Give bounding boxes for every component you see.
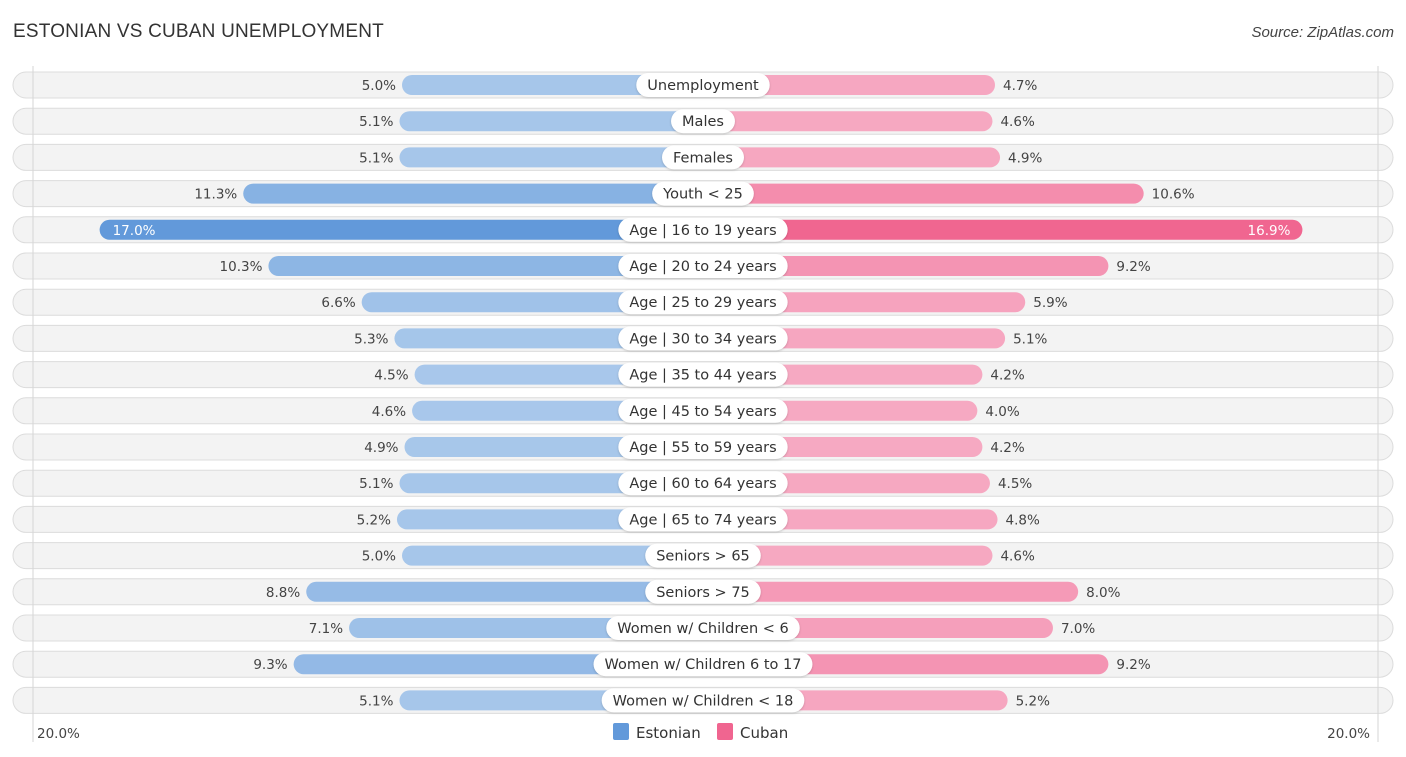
value-label-estonian: 4.9% xyxy=(364,440,398,456)
value-label-cuban: 9.2% xyxy=(1116,259,1150,275)
row-age-65-to-74-years: 5.2% 4.8% Age | 65 to 74 years xyxy=(12,505,1394,533)
category-label: Seniors > 75 xyxy=(656,585,750,601)
category-label: Age | 55 to 59 years xyxy=(629,440,776,456)
value-label-estonian: 17.0% xyxy=(113,223,156,239)
row-age-60-to-64-years: 5.1% 4.5% Age | 60 to 64 years xyxy=(12,469,1394,497)
value-label-cuban: 5.1% xyxy=(1013,331,1047,347)
value-label-cuban: 16.9% xyxy=(1248,223,1291,239)
value-label-cuban: 4.9% xyxy=(1008,150,1042,166)
diverging-bar-chart: 5.0% 4.7% Unemployment 5.1% 4.6% Males 5.1% 4.9… xyxy=(12,66,1394,742)
category-label: Age | 60 to 64 years xyxy=(629,476,776,492)
value-label-cuban: 10.6% xyxy=(1152,187,1195,203)
category-label: Age | 35 to 44 years xyxy=(629,368,776,384)
value-label-cuban: 4.2% xyxy=(990,368,1024,384)
category-label: Women w/ Children < 6 xyxy=(617,621,788,637)
category-label: Age | 30 to 34 years xyxy=(629,331,776,347)
value-label-cuban: 4.6% xyxy=(1000,549,1034,565)
row-age-45-to-54-years: 4.6% 4.0% Age | 45 to 54 years xyxy=(12,397,1394,425)
category-label: Males xyxy=(682,114,724,130)
value-label-cuban: 5.9% xyxy=(1033,295,1067,311)
row-unemployment: 5.0% 4.7% Unemployment xyxy=(12,71,1394,99)
bar-cuban[interactable] xyxy=(703,111,993,132)
value-label-estonian: 5.1% xyxy=(359,693,393,709)
bar-estonian[interactable] xyxy=(99,219,704,240)
value-label-cuban: 7.0% xyxy=(1061,621,1095,637)
row-youth-25: 11.3% 10.6% Youth < 25 xyxy=(12,180,1394,208)
legend-item-estonian[interactable]: Estonian xyxy=(613,723,701,742)
category-label: Age | 20 to 24 years xyxy=(629,259,776,275)
value-label-estonian: 4.6% xyxy=(372,404,406,420)
row-women-w-children-6: 7.1% 7.0% Women w/ Children < 6 xyxy=(12,614,1394,642)
row-seniors-75: 8.8% 8.0% Seniors > 75 xyxy=(12,578,1394,606)
row-women-w-children-6-to-17: 9.3% 9.2% Women w/ Children 6 to 17 xyxy=(12,650,1394,678)
value-label-cuban: 4.7% xyxy=(1003,78,1037,94)
value-label-estonian: 11.3% xyxy=(194,187,237,203)
value-label-cuban: 4.2% xyxy=(990,440,1024,456)
row-age-35-to-44-years: 4.5% 4.2% Age | 35 to 44 years xyxy=(12,361,1394,389)
value-label-estonian: 5.1% xyxy=(359,114,393,130)
value-label-estonian: 5.0% xyxy=(362,549,396,565)
value-label-estonian: 6.6% xyxy=(321,295,355,311)
value-label-cuban: 4.6% xyxy=(1000,114,1034,130)
category-label: Females xyxy=(673,150,733,166)
category-label: Youth < 25 xyxy=(662,187,743,203)
value-label-cuban: 4.8% xyxy=(1006,512,1040,528)
category-label: Age | 45 to 54 years xyxy=(629,404,776,420)
row-females: 5.1% 4.9% Females xyxy=(12,143,1394,171)
bar-cuban[interactable] xyxy=(703,147,1001,168)
legend-label-cuban: Cuban xyxy=(740,724,788,742)
value-label-estonian: 5.3% xyxy=(354,331,388,347)
bar-estonian[interactable] xyxy=(399,111,703,132)
category-label: Age | 25 to 29 years xyxy=(629,295,776,311)
value-label-cuban: 4.5% xyxy=(998,476,1032,492)
value-label-cuban: 8.0% xyxy=(1086,585,1120,601)
category-label: Women w/ Children 6 to 17 xyxy=(605,657,802,673)
value-label-estonian: 8.8% xyxy=(266,585,300,601)
row-age-20-to-24-years: 10.3% 9.2% Age | 20 to 24 years xyxy=(12,252,1394,280)
category-label: Seniors > 65 xyxy=(656,549,750,565)
legend-swatch-cuban xyxy=(717,723,733,740)
value-label-estonian: 5.0% xyxy=(362,78,396,94)
row-age-30-to-34-years: 5.3% 5.1% Age | 30 to 34 years xyxy=(12,324,1394,352)
row-males: 5.1% 4.6% Males xyxy=(12,107,1394,135)
category-label: Age | 16 to 19 years xyxy=(629,223,776,239)
bar-cuban[interactable] xyxy=(703,183,1144,204)
row-age-25-to-29-years: 6.6% 5.9% Age | 25 to 29 years xyxy=(12,288,1394,316)
category-label: Age | 65 to 74 years xyxy=(629,512,776,528)
value-label-estonian: 10.3% xyxy=(220,259,263,275)
category-label: Women w/ Children < 18 xyxy=(613,693,794,709)
value-label-estonian: 4.5% xyxy=(374,368,408,384)
row-seniors-65: 5.0% 4.6% Seniors > 65 xyxy=(12,542,1394,570)
bar-estonian[interactable] xyxy=(243,183,704,204)
axis-label-right: 20.0% xyxy=(1327,726,1370,742)
bar-estonian[interactable] xyxy=(306,581,703,602)
value-label-cuban: 4.0% xyxy=(985,404,1019,420)
value-label-cuban: 5.2% xyxy=(1016,693,1050,709)
value-label-estonian: 9.3% xyxy=(253,657,287,673)
legend: Estonian Cuban xyxy=(613,723,788,742)
row-women-w-children-18: 5.1% 5.2% Women w/ Children < 18 xyxy=(12,686,1394,714)
legend-swatch-estonian xyxy=(613,723,629,740)
row-age-55-to-59-years: 4.9% 4.2% Age | 55 to 59 years xyxy=(12,433,1394,461)
value-label-estonian: 5.1% xyxy=(359,476,393,492)
value-label-estonian: 5.2% xyxy=(357,512,391,528)
axis-label-left: 20.0% xyxy=(37,726,80,742)
value-label-estonian: 7.1% xyxy=(309,621,343,637)
value-label-estonian: 5.1% xyxy=(359,150,393,166)
row-age-16-to-19-years: 17.0% 16.9% Age | 16 to 19 years xyxy=(12,216,1394,244)
category-label: Unemployment xyxy=(647,78,759,94)
value-label-cuban: 9.2% xyxy=(1116,657,1150,673)
legend-label-estonian: Estonian xyxy=(636,724,701,742)
bar-estonian[interactable] xyxy=(399,147,703,168)
bar-cuban[interactable] xyxy=(703,219,1303,240)
legend-item-cuban[interactable]: Cuban xyxy=(717,723,788,742)
